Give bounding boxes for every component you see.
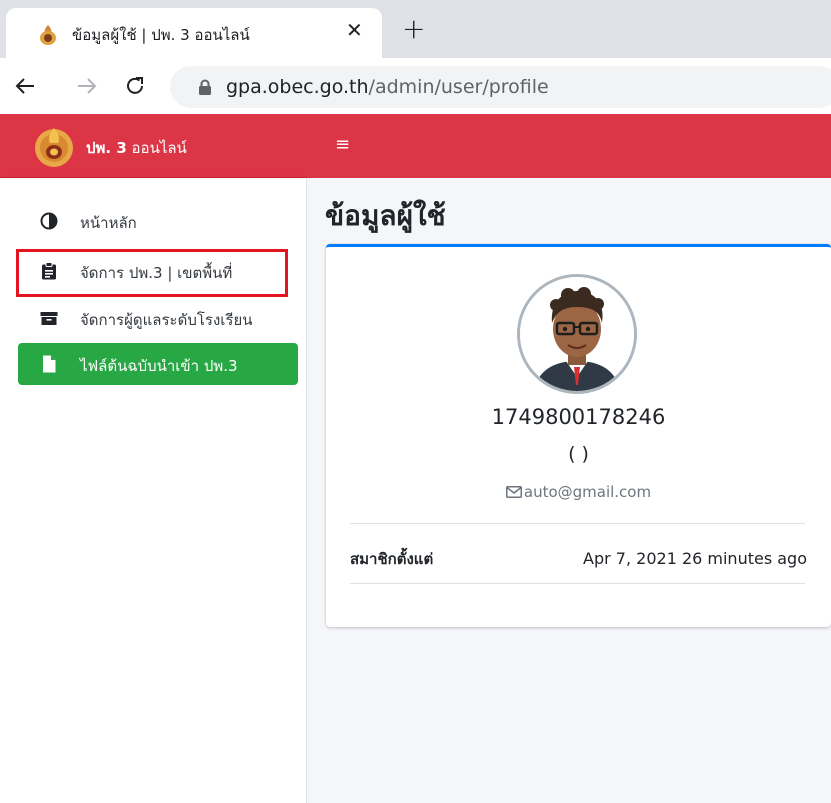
file-icon [43, 355, 56, 373]
sidebar-item-label: จัดการผู้ดูแลระดับโรงเรียน [80, 311, 253, 329]
brand-bold: ปพ. 3 [86, 139, 127, 157]
forward-arrow-icon[interactable] [76, 75, 98, 97]
brand-rest: ออนไลน์ [126, 139, 187, 157]
app: ปพ. 3 ออนไลน์ ≡ หน้าหลัก จัดการ ปพ.3 | เ… [0, 114, 831, 803]
address-bar[interactable]: gpa.obec.go.th/admin/user/profile [170, 66, 831, 108]
divider [350, 523, 805, 524]
profile-subtitle: ( ) [568, 443, 589, 465]
browser-tabstrip: ข้อมูลผู้ใช้ | ปพ. 3 ออนไลน์ ✕ + [0, 0, 831, 58]
reload-icon[interactable] [124, 75, 146, 97]
url-text: gpa.obec.go.th/admin/user/profile [226, 76, 549, 98]
back-arrow-icon[interactable] [14, 75, 36, 97]
brand-text: ปพ. 3 ออนไลน์ [86, 136, 187, 160]
url-host: gpa.obec.go.th [226, 76, 369, 98]
highlight-annotation [16, 249, 288, 297]
url-path: /admin/user/profile [368, 76, 549, 98]
logo-icon [35, 128, 73, 167]
site-favicon-icon [40, 25, 56, 45]
profile-card: 1749800178246 ( ) auto@gmail.com สมาชิกต… [326, 244, 831, 627]
browser-tab[interactable]: ข้อมูลผู้ใช้ | ปพ. 3 ออนไลน์ ✕ [6, 8, 382, 58]
archive-icon [40, 312, 58, 325]
adjust-icon [40, 212, 58, 230]
member-since-value: Apr 7, 2021 26 minutes ago [583, 549, 807, 568]
sidebar-item-label: ไฟล์ต้นฉบับนำเข้า ปพ.3 [80, 357, 238, 375]
brand-link[interactable]: ปพ. 3 ออนไลน์ [0, 114, 307, 178]
tab-title: ข้อมูลผู้ใช้ | ปพ. 3 ออนไลน์ [72, 26, 250, 44]
sidebar-item-school-admins[interactable]: จัดการผู้ดูแลระดับโรงเรียน [18, 297, 298, 339]
tab-close-icon[interactable]: ✕ [346, 20, 363, 40]
lock-icon[interactable] [198, 79, 212, 95]
content-wrapper: ข้อมูลผู้ใช้ 1749800178246 () auto@gmai… [307, 178, 831, 803]
sidebar-item-source-files[interactable]: ไฟล์ต้นฉบับนำเข้า ปพ.3 [18, 343, 298, 385]
menu-toggle-icon[interactable]: ≡ [335, 134, 350, 155]
browser-toolbar: gpa.obec.go.th/admin/user/profile [0, 58, 831, 114]
sidebar-item-label: หน้าหลัก [80, 214, 137, 232]
new-tab-icon[interactable]: + [402, 15, 425, 43]
user-avatar-icon [520, 277, 634, 391]
sidebar: หน้าหลัก จัดการ ปพ.3 | เขตพื้นที่ จัดการ… [0, 178, 307, 803]
avatar [517, 274, 637, 394]
profile-email-row: auto@gmail.com [326, 483, 831, 501]
profile-username: 1749800178246 [491, 405, 666, 429]
top-navbar: ≡ [307, 114, 831, 178]
profile-email: auto@gmail.com [523, 483, 652, 501]
divider [350, 583, 805, 584]
member-since-label: สมาชิกตั้งแต่ [350, 550, 434, 568]
envelope-icon [505, 486, 522, 498]
sidebar-item-home[interactable]: หน้าหลัก [18, 200, 298, 242]
page-title: ข้อมูลผู้ใช้ [325, 199, 446, 232]
